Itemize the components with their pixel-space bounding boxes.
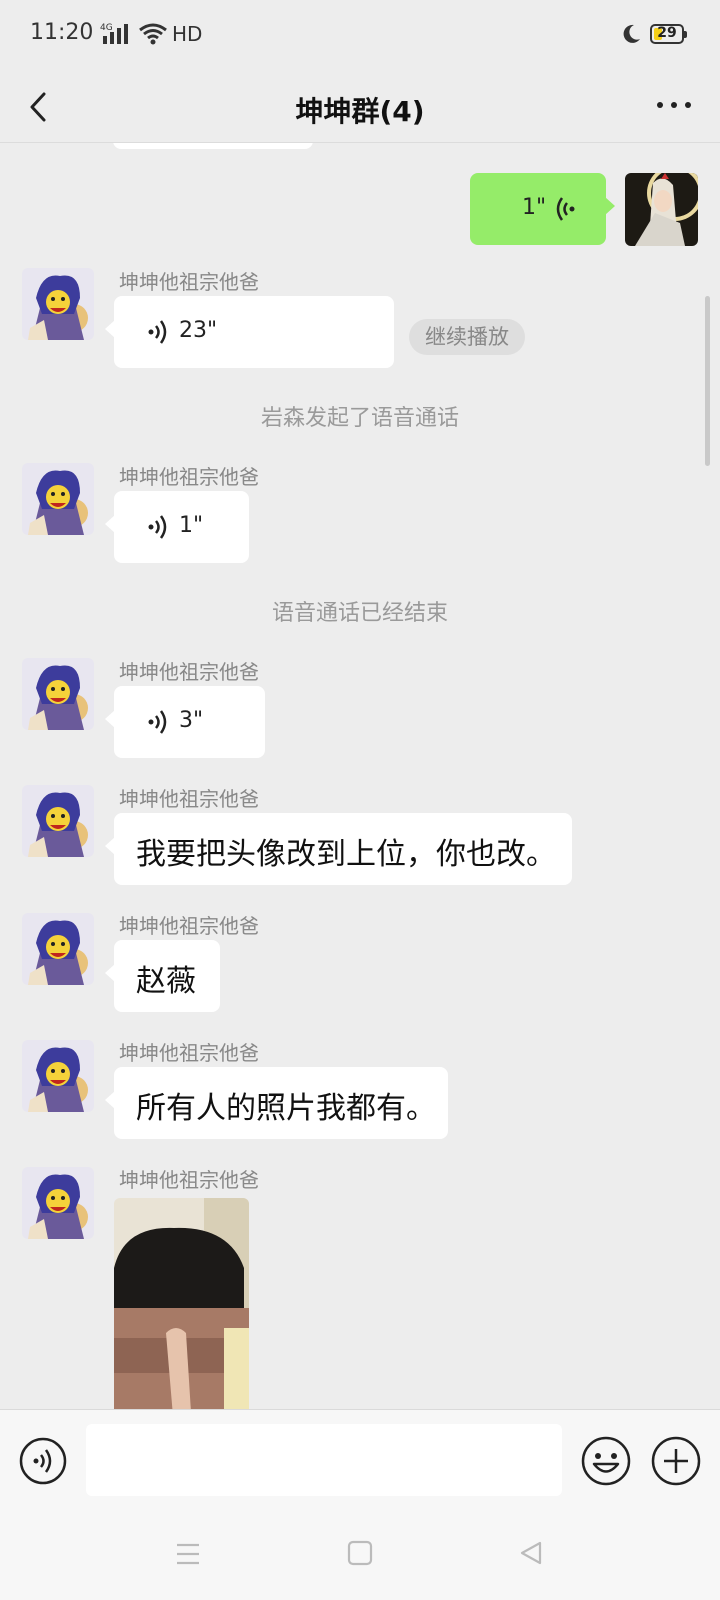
voice-wave-icon [556, 197, 575, 221]
sender-avatar[interactable] [22, 268, 94, 340]
sender-name: 坤坤他祖宗他爸 [119, 660, 259, 684]
sender-avatar[interactable] [22, 913, 94, 985]
sender-avatar[interactable] [22, 463, 94, 535]
emoji-icon[interactable] [580, 1435, 632, 1487]
voice-wave-icon [148, 320, 167, 344]
input-bar [0, 1409, 720, 1513]
voice-duration: 23" [179, 318, 218, 343]
sent-voice-bubble[interactable]: 1" [470, 173, 615, 245]
menu-icon[interactable] [175, 1542, 201, 1566]
sender-name: 坤坤他祖宗他爸 [119, 465, 259, 489]
voice-wave-icon [148, 515, 167, 539]
chat-title: 坤坤群(4) [295, 95, 425, 128]
voice-duration: 3" [179, 708, 204, 733]
system-nav-bar [0, 1512, 720, 1600]
scrollbar[interactable] [705, 296, 710, 466]
text-message-bubble[interactable]: 赵薇 [105, 940, 220, 1012]
sender-name: 坤坤他祖宗他爸 [119, 270, 259, 294]
signal-icon: 4G [100, 23, 128, 44]
text-message-bubble[interactable]: 所有人的照片我都有。 [105, 1067, 448, 1139]
sender-avatar[interactable] [22, 785, 94, 857]
status-bar: 11:20 4G HD 29 [0, 0, 720, 72]
message-text: 所有人的照片我都有。 [136, 1091, 436, 1126]
continue-play-button[interactable]: 继续播放 [409, 319, 525, 355]
message-input[interactable] [86, 1424, 562, 1496]
voice-message-bubble[interactable]: 23" [105, 296, 394, 368]
partial-message-bubble[interactable] [113, 143, 313, 149]
moon-icon [623, 24, 640, 43]
status-time: 11:20 [30, 20, 94, 45]
sender-avatar[interactable] [22, 1167, 94, 1239]
text-message-bubble[interactable]: 我要把头像改到上位，你也改。 [105, 813, 572, 885]
sender-name: 坤坤他祖宗他爸 [119, 914, 259, 938]
voice-duration: 1" [179, 513, 204, 538]
back-triangle-icon[interactable] [518, 1540, 544, 1566]
voice-message-bubble[interactable]: 1" [105, 491, 249, 563]
wifi-icon [139, 23, 167, 45]
sender-name: 坤坤他祖宗他爸 [119, 1168, 259, 1192]
voice-message-bubble[interactable]: 3" [105, 686, 265, 758]
system-message: 岩森发起了语音通话 [260, 406, 459, 431]
voice-wave-icon [148, 710, 167, 734]
battery-icon: 29 [650, 24, 687, 44]
hd-label: HD [172, 22, 203, 46]
voice-toggle-icon[interactable] [18, 1436, 68, 1486]
battery-level: 29 [657, 25, 677, 41]
sender-avatar[interactable] [22, 658, 94, 730]
title-bar: 坤坤群(4) [0, 72, 720, 143]
chat-area[interactable]: 1" 坤坤他祖宗他爸 23" 继续播放 岩森发起了语音通话 坤坤他祖宗他爸 1"… [0, 143, 720, 1409]
system-message: 语音通话已经结束 [271, 601, 448, 626]
sender-name: 坤坤他祖宗他爸 [119, 1041, 259, 1065]
home-icon[interactable] [347, 1540, 373, 1566]
more-icon[interactable] [654, 90, 694, 120]
sender-avatar[interactable] [22, 1040, 94, 1112]
sender-name: 坤坤他祖宗他爸 [119, 787, 259, 811]
message-text: 赵薇 [136, 964, 196, 999]
sent-voice-duration: 1" [522, 195, 547, 220]
plus-icon[interactable] [650, 1435, 702, 1487]
message-text: 我要把头像改到上位，你也改。 [136, 837, 556, 872]
image-message[interactable] [114, 1198, 249, 1409]
my-avatar[interactable] [625, 173, 698, 246]
network-type: 4G [100, 23, 113, 33]
